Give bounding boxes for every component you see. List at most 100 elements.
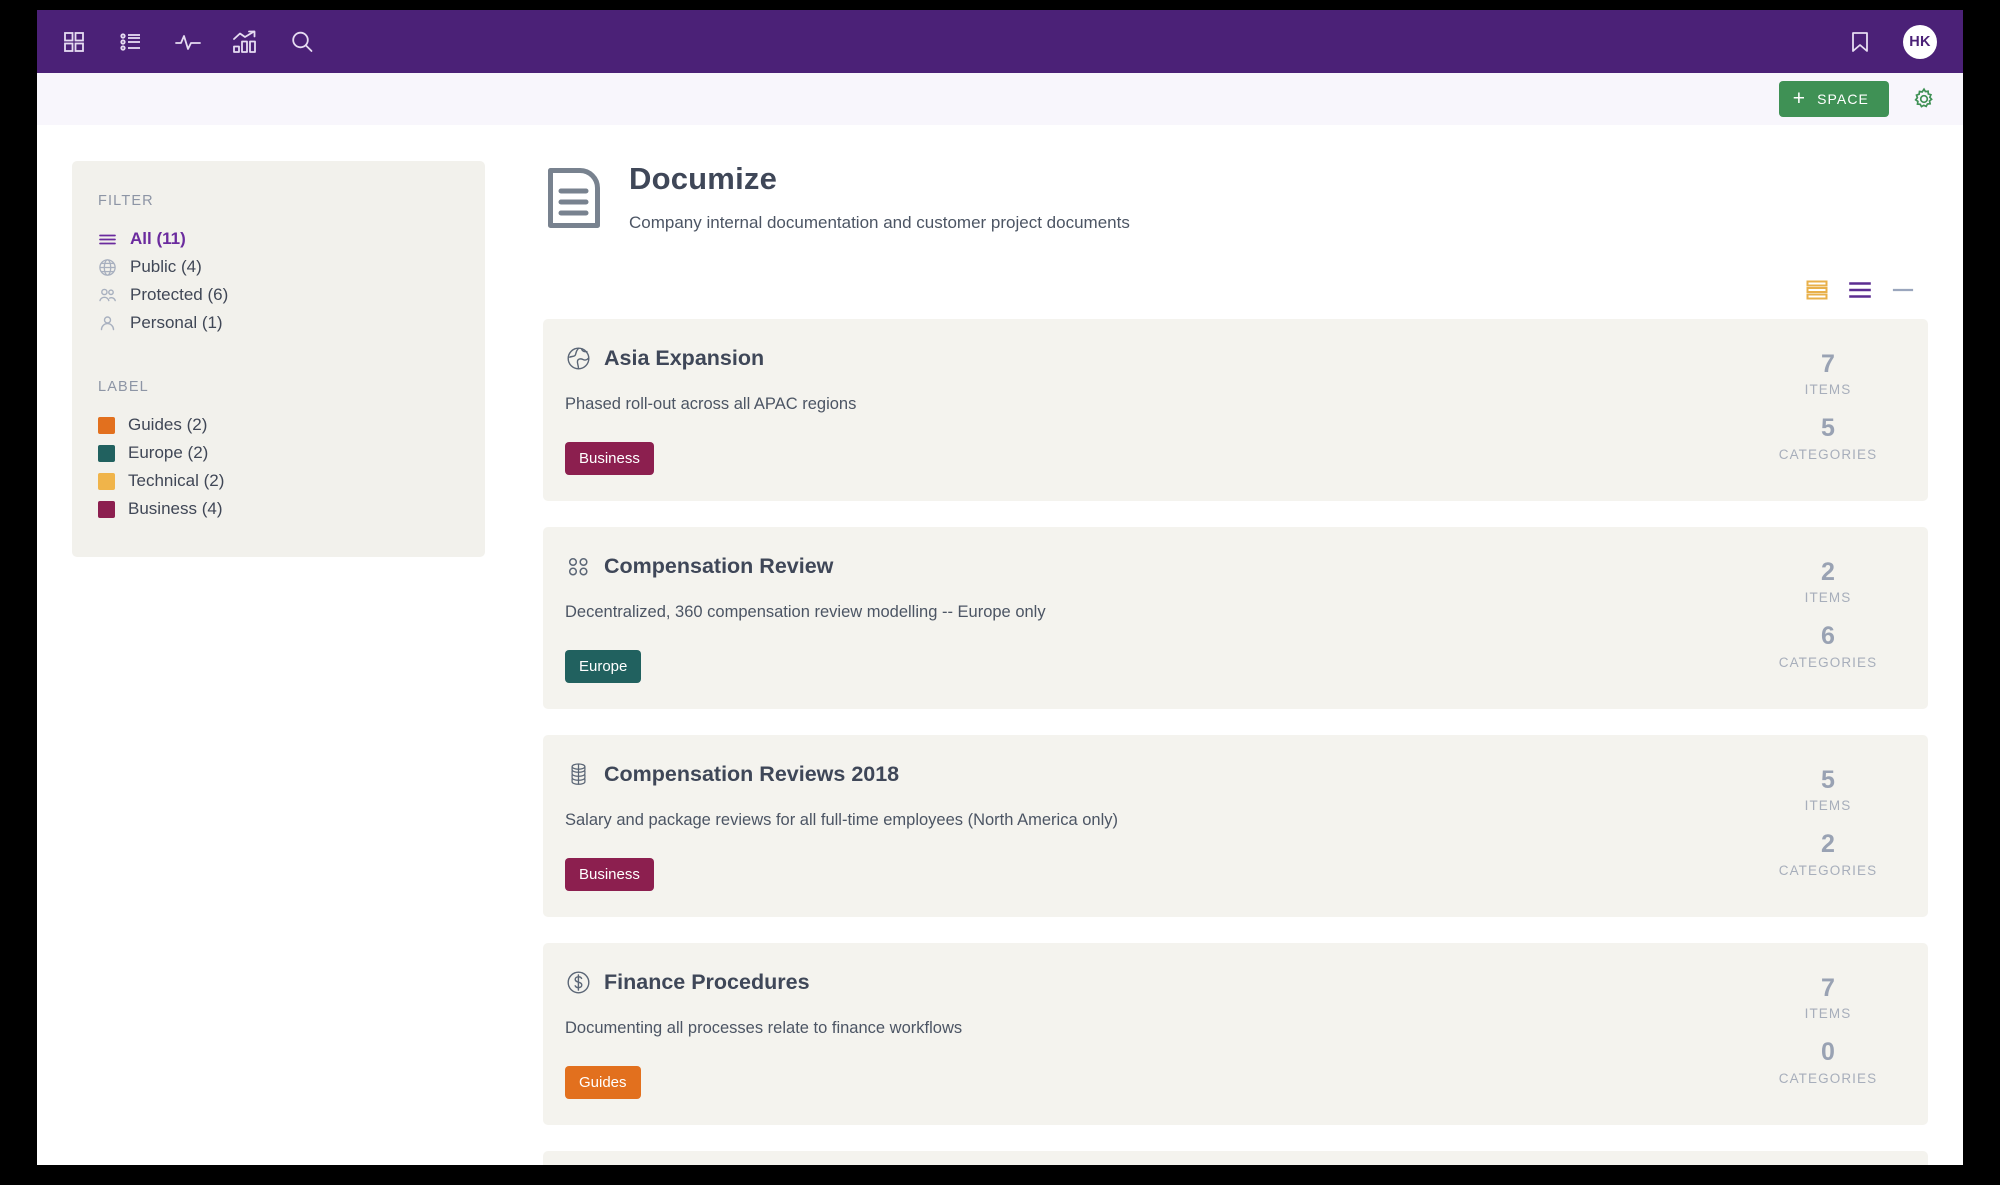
space-tag[interactable]: Europe (565, 650, 642, 683)
card-stats: 2 ITEMS 6 CATEGORIES (1738, 553, 1928, 683)
sidebar-filter-all[interactable]: All (11) (98, 225, 485, 253)
space-card-asia-expansion[interactable]: Asia Expansion Phased roll-out across al… (543, 319, 1928, 501)
sidebar-label-technical-text: Technical (2) (128, 471, 225, 490)
card-title-row: Asia Expansion (565, 345, 1738, 371)
card-title: Compensation Review (604, 553, 834, 578)
card-tags: Business (565, 858, 1738, 891)
categories-stat: 6 CATEGORIES (1738, 621, 1918, 669)
sidebar-filter-public[interactable]: Public (4) (98, 253, 485, 281)
sidebar-label-europe[interactable]: Europe (2) (98, 439, 485, 467)
card-stats: 7 ITEMS 0 CATEGORIES (1738, 969, 1928, 1099)
categories-count: 5 (1821, 414, 1835, 443)
card-view-toggle[interactable] (1806, 279, 1828, 301)
sidebar-label-guides[interactable]: Guides (2) (98, 411, 485, 439)
analytics-icon[interactable] (228, 25, 262, 59)
four-circles-icon (565, 553, 591, 579)
space-tag[interactable]: Guides (565, 1066, 641, 1099)
lines-icon (98, 230, 117, 249)
sidebar-label-technical[interactable]: Technical (2) (98, 467, 485, 495)
label-list: Guides (2) Europe (2) Technical (2) Busi… (98, 411, 485, 523)
items-stat: 5 ITEMS (1738, 765, 1918, 813)
space-tag[interactable]: Business (565, 442, 654, 475)
filter-list: All (11) Public (4) Protected (6) Person… (98, 225, 485, 337)
card-description: Salary and package reviews for all full-… (565, 811, 1118, 829)
card-main: Compensation Review Decentralized, 360 c… (543, 553, 1738, 683)
add-space-button[interactable]: + SPACE (1778, 81, 1889, 117)
sidebar-label-business[interactable]: Business (4) (98, 495, 485, 523)
card-main: Compensation Reviews 2018 Salary and pac… (543, 761, 1738, 891)
space-card-list: Asia Expansion Phased roll-out across al… (543, 319, 1928, 1165)
sidebar-filter-personal-label: Personal (1) (130, 313, 223, 332)
sidebar-filter-public-label: Public (4) (130, 257, 202, 276)
categories-label: CATEGORIES (1778, 1070, 1878, 1086)
coins-stack-icon (565, 761, 591, 787)
list-view-toggle[interactable] (1849, 279, 1871, 301)
space-card-compensation-reviews-2018[interactable]: Compensation Reviews 2018 Salary and pac… (543, 735, 1928, 917)
card-tags: Europe (565, 650, 1738, 683)
items-count: 7 (1821, 350, 1835, 378)
avatar[interactable]: HK (1903, 24, 1937, 59)
card-title-row: Finance Procedures (565, 969, 1738, 995)
list-view-icon[interactable] (114, 25, 148, 59)
card-description: Documenting all processes relate to fina… (565, 1019, 963, 1037)
view-toggle-group (543, 279, 1928, 301)
items-count: 2 (1821, 558, 1835, 586)
card-stats: 7 ITEMS 5 CATEGORIES (1738, 345, 1928, 475)
card-main: Finance Procedures Documenting all proce… (543, 969, 1738, 1099)
sidebar-label-business-text: Business (4) (128, 499, 223, 518)
label-swatch-technical (98, 472, 115, 490)
space-card-help-desk[interactable]: Help Desk 6 ITEMS (543, 1151, 1928, 1165)
space-card-compensation-review[interactable]: Compensation Review Decentralized, 360 c… (543, 527, 1928, 709)
items-count: 7 (1821, 974, 1835, 1002)
plus-icon: + (1792, 86, 1807, 110)
main-column: Documize Company internal documentation … (543, 161, 1963, 1165)
compact-view-toggle[interactable] (1892, 279, 1914, 301)
search-icon[interactable] (285, 25, 319, 59)
categories-label: CATEGORIES (1778, 654, 1878, 670)
card-title: Asia Expansion (604, 345, 765, 370)
filter-heading: FILTER (98, 193, 154, 209)
label-heading: LABEL (98, 379, 149, 395)
categories-count: 6 (1821, 622, 1835, 651)
categories-count: 0 (1821, 1038, 1835, 1067)
categories-label: CATEGORIES (1778, 862, 1878, 878)
sidebar-filter-protected[interactable]: Protected (6) (98, 281, 485, 309)
items-label: ITEMS (1804, 590, 1852, 606)
card-tags: Guides (565, 1066, 1738, 1099)
sidebar-filter-protected-label: Protected (6) (130, 285, 229, 304)
browser-viewport: HK + SPACE FILTER All (11) Public (4) Pr… (37, 10, 1963, 1165)
page-subtitle: Company internal documentation and custo… (629, 212, 1130, 232)
nav-icon-group (47, 25, 319, 59)
bookmark-icon[interactable] (1843, 25, 1877, 59)
page-header: Documize Company internal documentation … (543, 161, 1928, 234)
grid-view-icon[interactable] (57, 25, 91, 59)
card-title: Compensation Reviews 2018 (604, 761, 900, 786)
top-navigation-bar: HK (37, 10, 1963, 73)
filter-sidebar: FILTER All (11) Public (4) Protected (6)… (72, 161, 485, 557)
sidebar-label-guides-text: Guides (2) (128, 415, 208, 434)
card-description: Decentralized, 360 compensation review m… (565, 603, 1046, 621)
space-card-finance-procedures[interactable]: Finance Procedures Documenting all proce… (543, 943, 1928, 1125)
sidebar-filter-personal[interactable]: Personal (1) (98, 309, 485, 337)
page-title: Documize (629, 161, 778, 196)
categories-stat: 0 CATEGORIES (1738, 1037, 1918, 1085)
people-icon (98, 286, 117, 305)
globe-icon (98, 258, 117, 277)
card-title: Finance Procedures (604, 969, 810, 994)
items-stat: 2 ITEMS (1738, 557, 1918, 605)
categories-count: 2 (1821, 830, 1835, 859)
gear-icon[interactable] (1911, 86, 1937, 112)
items-label: ITEMS (1804, 798, 1852, 814)
items-label: ITEMS (1804, 1006, 1852, 1022)
globe-icon (565, 345, 591, 371)
dollar-circle-icon (565, 969, 591, 995)
card-main: Asia Expansion Phased roll-out across al… (543, 345, 1738, 475)
sidebar-label-europe-text: Europe (2) (128, 443, 209, 462)
page-header-text: Documize Company internal documentation … (629, 161, 1130, 233)
space-tag[interactable]: Business (565, 858, 654, 891)
label-swatch-europe (98, 444, 115, 462)
sidebar-filter-all-label: All (11) (130, 229, 186, 248)
activity-icon[interactable] (171, 25, 205, 59)
nav-right-group: HK (1843, 24, 1937, 59)
card-stats: 5 ITEMS 2 CATEGORIES (1738, 761, 1928, 891)
